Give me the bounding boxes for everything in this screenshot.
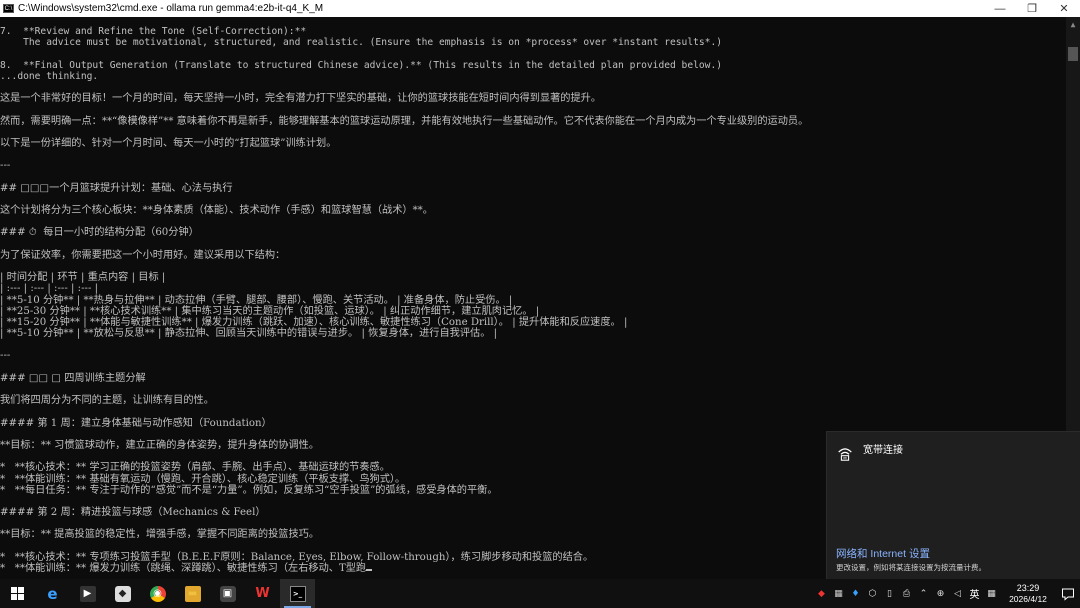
clock-date: 2026/4/12 — [1009, 593, 1047, 604]
tray-shield-icon[interactable]: ⬡ — [864, 589, 881, 599]
notification-icon — [1062, 588, 1074, 601]
folder-icon: ▬ — [184, 585, 201, 602]
console-line: | :--- | :--- | :--- | :--- | — [0, 283, 99, 295]
taskbar-file-explorer[interactable]: ▬ — [175, 579, 210, 608]
minimize-button[interactable]: — — [984, 0, 1016, 17]
console-line: 我们将四周分为不同的主题，让训练有目的性。 — [0, 395, 214, 407]
console-line: 以下是一份详细的、针对一个月时间、每天一小时的“打起篮球”训练计划。 — [0, 137, 337, 149]
close-button[interactable]: ✕ — [1048, 0, 1080, 17]
network-globe-icon[interactable]: ⊕ — [932, 589, 949, 599]
console-line: --- — [0, 160, 11, 172]
tray-app-red-icon[interactable]: ◆ — [813, 589, 830, 599]
input-method-icon[interactable]: ▦ — [983, 589, 1000, 599]
window-titlebar[interactable]: C:\ C:\Windows\system32\cmd.exe - ollama… — [0, 0, 1080, 17]
network-flyout: 宽带连接 网络和 Internet 设置 更改设置，例如将某连接设置为按流量计费… — [826, 431, 1080, 579]
network-name: 宽带连接 — [863, 444, 903, 456]
console-line: 这个计划将分为三个核心板块：**身体素质（体能）、技术动作（手感）和篮球智慧（战… — [0, 205, 433, 216]
console-line: 然而，需要明确一点：**“像模像样”** 意味着你不再是新手，能够理解基本的篮球… — [0, 115, 809, 127]
taskbar-app-dark[interactable]: ▶ — [70, 579, 105, 608]
console-line: ## □□□一个月篮球提升计划：基础、心法与执行 — [0, 182, 233, 194]
window-title: C:\Windows\system32\cmd.exe - ollama run… — [18, 3, 324, 14]
cmd-icon: >_ — [289, 585, 306, 602]
console-line: 为了保证效率，你需要把这一个小时用好。建议采用以下结构： — [0, 249, 286, 261]
console-line: | **15-20 分钟** | **体能与敏捷性训练** | 爆发力训练（跳跃… — [0, 316, 628, 328]
tray-defender-icon[interactable]: ♦ — [847, 589, 864, 599]
taskbar-app-gallery[interactable]: ▣ — [210, 579, 245, 608]
taskbar-edge[interactable]: e — [35, 579, 70, 608]
wps-icon: W — [255, 586, 270, 601]
console-line: | **25-30 分钟** | **核心技术训练** | 集中练习当天的主题动… — [0, 305, 540, 317]
edge-icon: e — [47, 584, 58, 603]
console-line: | 时间分配 | 环节 | 重点内容 | 目标 | — [0, 272, 166, 284]
network-settings-link[interactable]: 网络和 Internet 设置 — [836, 546, 930, 561]
maximize-button[interactable]: ❐ — [1016, 0, 1048, 17]
cmd-app-icon: C:\ — [3, 4, 14, 13]
tray-printer-icon[interactable]: ⎙ — [898, 589, 915, 599]
console-cursor — [366, 569, 373, 571]
chevron-up-icon[interactable]: ⌃ — [915, 589, 932, 599]
console-line: 7. **Review and Refine the Tone (Self-Co… — [0, 26, 307, 37]
scroll-up-arrow-icon[interactable]: ▲ — [1066, 17, 1080, 31]
clock-time: 23:29 — [1016, 582, 1040, 593]
console-line: ### ⏱ 每日一小时的结构分配（60分钟） — [0, 227, 199, 239]
console-line: The advice must be motivational, structu… — [0, 37, 722, 49]
notification-center-button[interactable] — [1056, 587, 1080, 601]
dark-app-icon: ▶ — [79, 585, 96, 602]
taskbar-cmd[interactable]: >_ — [280, 579, 315, 608]
console-line: ### □□ □ 四周训练主题分解 — [0, 372, 146, 384]
system-tray: ◆ ▦ ♦ ⬡ ▯ ⎙ ⌃ ⊕ ◁ 英 ▦ 23:29 2026/4/12 — [813, 579, 1080, 608]
broadband-network-icon — [838, 448, 852, 461]
network-settings-description: 更改设置，例如将某连接设置为按流量计费。 — [836, 563, 986, 572]
console-line: ...done thinking. — [0, 70, 99, 82]
volume-icon[interactable]: ◁ — [949, 589, 966, 599]
start-button[interactable] — [0, 579, 35, 608]
taskbar-chrome[interactable]: ◉ — [140, 579, 175, 608]
taskbar-wps[interactable]: W — [245, 579, 280, 608]
taskbar-clock[interactable]: 23:29 2026/4/12 — [1000, 583, 1056, 605]
tray-app-multi-icon[interactable]: ▦ — [830, 589, 847, 599]
network-item[interactable]: 宽带连接 — [836, 444, 903, 462]
windows-logo-icon — [11, 587, 24, 600]
chrome-icon: ◉ — [149, 585, 166, 602]
taskbar: e ▶ ◆ ◉ ▬ ▣ W >_ ◆ ▦ ♦ ⬡ ▯ ⎙ ⌃ ⊕ ◁ 英 ▦ 2… — [0, 579, 1080, 608]
console-line: | **5-10 分钟** | **热身与拉伸** | 动态拉伸（手臂、腿部、腰… — [0, 294, 513, 306]
gallery-app-icon: ▣ — [219, 585, 236, 602]
tray-battery-icon[interactable]: ▯ — [881, 589, 898, 599]
console-line: | **5-10 分钟** | **放松与反思** | 静态拉伸、回顾当天训练中… — [0, 328, 498, 340]
console-line: 这是一个非常好的目标！一个月的时间，每天坚持一小时，完全有潜力打下坚实的基础，让… — [0, 93, 602, 105]
taskbar-app-notes[interactable]: ◆ — [105, 579, 140, 608]
console-line: #### 第 1 周：建立身体基础与动作感知（Foundation） — [0, 417, 272, 429]
scrollbar-thumb[interactable] — [1068, 47, 1078, 61]
input-language-indicator[interactable]: 英 — [966, 586, 983, 601]
notes-app-icon: ◆ — [114, 585, 131, 602]
console-line: 8. **Final Output Generation (Translate … — [0, 59, 722, 71]
console-line: --- — [0, 350, 11, 362]
